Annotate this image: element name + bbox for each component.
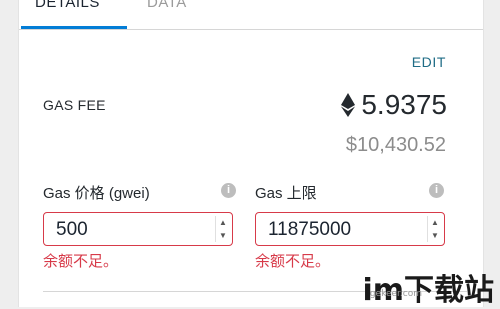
gas-price-stepper[interactable]: ▲ ▼ [215,216,230,242]
gas-limit-increment-icon[interactable]: ▲ [430,217,440,228]
gas-limit-info-icon[interactable]: i [429,183,444,198]
ethereum-icon [341,93,356,117]
gas-price-value: 500 [56,219,88,240]
active-tab-indicator [21,26,127,29]
tab-bar: DETAILS DATA [19,0,483,30]
watermark-text: im下载站 [362,273,494,308]
gas-price-error: 余额不足。 [43,253,119,270]
gas-price-increment-icon[interactable]: ▲ [218,217,228,228]
gas-limit-decrement-icon[interactable]: ▼ [430,230,440,241]
gas-price-info-icon[interactable]: i [221,183,236,198]
gas-limit-input[interactable]: 11875000 ▲ ▼ [255,212,445,246]
gas-fee-usd: $10,430.52 [345,134,446,156]
gas-limit-label: Gas 上限 [255,185,317,202]
gas-fee-label: GAS FEE [43,97,106,113]
gas-fee-eth: 5.9375 [341,88,447,122]
gas-limit-value: 11875000 [268,219,352,240]
tab-details[interactable]: DETAILS [35,0,100,15]
tab-data[interactable]: DATA [147,0,187,15]
gas-limit-error: 余额不足。 [255,253,331,270]
transaction-panel: DETAILS DATA EDIT GAS FEE 5.9375 $10,430… [18,0,484,307]
gas-fee-eth-value: 5.9375 [361,89,447,120]
gas-price-decrement-icon[interactable]: ▼ [218,230,228,241]
watermark-subtext: gekeer.com [369,289,422,299]
gas-price-input[interactable]: 500 ▲ ▼ [43,212,233,246]
gas-limit-stepper[interactable]: ▲ ▼ [427,216,442,242]
watermark-logo: im下载站 gekeer.com [362,265,494,308]
gas-price-label: Gas 价格 (gwei) [43,185,150,202]
edit-button[interactable]: EDIT [412,54,446,70]
